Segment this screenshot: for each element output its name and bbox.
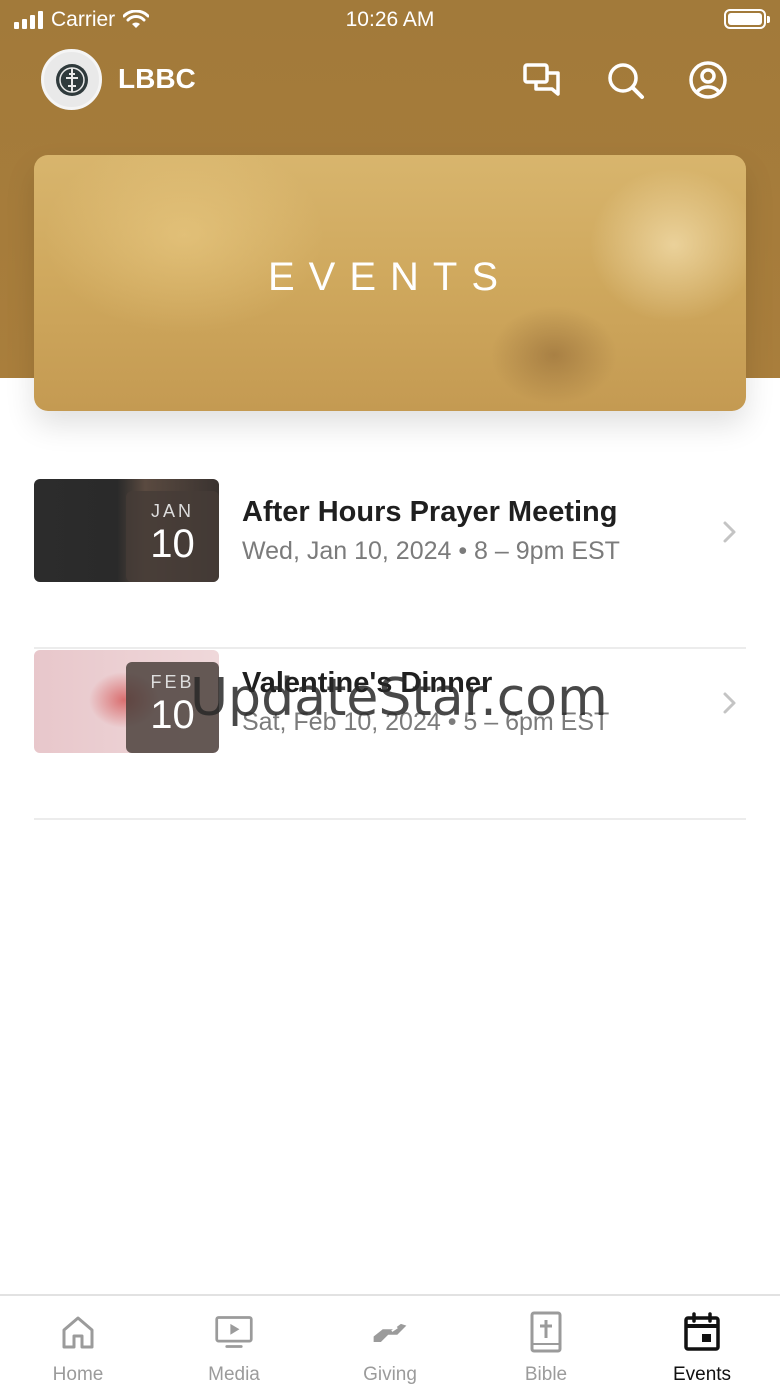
event-title: Valentine's Dinner xyxy=(242,667,493,699)
logo-icon xyxy=(55,63,88,96)
tab-home[interactable]: Home xyxy=(0,1296,156,1387)
tab-events[interactable]: Events xyxy=(624,1296,780,1387)
chat-icon[interactable] xyxy=(521,59,563,101)
date-badge: JAN 10 xyxy=(126,491,219,582)
status-bar: Carrier 10:26 AM xyxy=(0,0,780,40)
date-month: FEB xyxy=(150,672,195,692)
tab-giving[interactable]: Giving xyxy=(312,1296,468,1387)
hero-title: EVENTS xyxy=(267,255,513,299)
search-icon[interactable] xyxy=(604,59,646,101)
event-datetime: Wed, Jan 10, 2024 • 8 – 9pm EST xyxy=(242,537,620,565)
date-day: 10 xyxy=(150,693,195,737)
tab-label: Bible xyxy=(524,1364,568,1385)
tab-media[interactable]: Media xyxy=(156,1296,312,1387)
events-hero-banner: EVENTS xyxy=(34,155,746,411)
giving-icon xyxy=(370,1312,410,1352)
bottom-tab-bar: Home Media Giving Bible Events xyxy=(0,1294,780,1387)
event-title: After Hours Prayer Meeting xyxy=(242,496,618,528)
event-item[interactable]: JAN 10 After Hours Prayer Meeting Wed, J… xyxy=(34,478,746,649)
calendar-icon xyxy=(682,1312,722,1352)
tab-bible[interactable]: Bible xyxy=(468,1296,624,1387)
home-icon xyxy=(58,1312,98,1352)
status-time: 10:26 AM xyxy=(345,8,435,31)
church-logo[interactable] xyxy=(41,49,102,110)
chevron-right-icon xyxy=(723,692,736,714)
profile-icon[interactable] xyxy=(687,59,729,101)
event-datetime: Sat, Feb 10, 2024 • 5 – 6pm EST xyxy=(242,708,610,736)
event-item[interactable]: FEB 10 Valentine's Dinner Sat, Feb 10, 2… xyxy=(34,649,746,820)
tab-label: Media xyxy=(208,1364,260,1385)
battery-icon xyxy=(724,9,770,29)
bible-icon xyxy=(526,1311,566,1353)
event-thumbnail: JAN 10 xyxy=(34,479,219,582)
tab-label: Events xyxy=(672,1364,732,1385)
chevron-right-icon xyxy=(723,521,736,543)
date-badge: FEB 10 xyxy=(126,662,219,753)
app-title: LBBC xyxy=(118,63,196,94)
event-thumbnail: FEB 10 xyxy=(34,650,219,753)
app-bar: LBBC xyxy=(0,48,780,112)
tab-label: Home xyxy=(52,1364,104,1385)
tab-label: Giving xyxy=(363,1364,417,1385)
media-icon xyxy=(214,1312,254,1352)
event-list: JAN 10 After Hours Prayer Meeting Wed, J… xyxy=(34,478,746,820)
date-day: 10 xyxy=(150,522,195,566)
date-month: JAN xyxy=(150,501,194,521)
